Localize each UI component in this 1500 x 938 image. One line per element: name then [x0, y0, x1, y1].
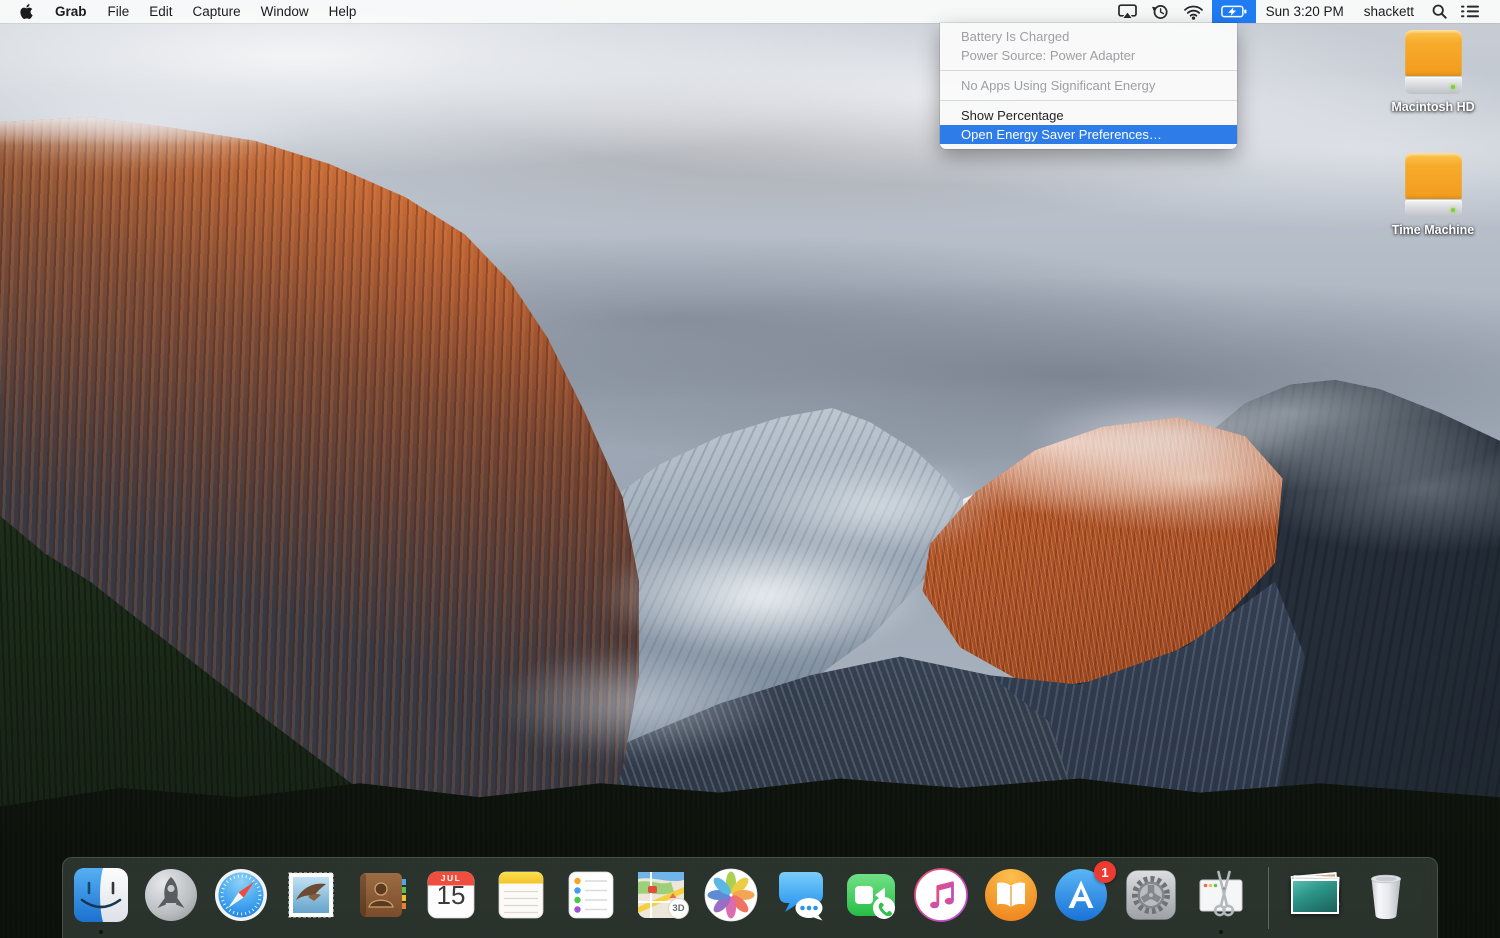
dock-item-reminders[interactable] — [563, 867, 619, 923]
menu-item-open-energy-saver-preferences[interactable]: Open Energy Saver Preferences… — [940, 125, 1237, 144]
list-icon — [1461, 5, 1479, 18]
app-menu-edit[interactable]: Edit — [139, 0, 182, 23]
apple-menu[interactable] — [0, 0, 44, 23]
airplay-menu-extra[interactable] — [1111, 0, 1144, 23]
safari-icon — [215, 869, 267, 921]
ibooks-icon — [985, 869, 1037, 921]
trash-icon — [1371, 874, 1401, 919]
reminders-icon — [568, 871, 614, 919]
maps-3d-badge: 3D — [668, 898, 689, 919]
wallpaper-mist — [495, 647, 780, 760]
airplay-icon — [1117, 4, 1137, 19]
menu-bar-status-area: Sun 3:20 PM shackett — [1111, 0, 1500, 23]
dock-item-mail[interactable] — [283, 867, 339, 923]
wifi-menu-extra[interactable] — [1176, 0, 1211, 23]
dock-item-trash[interactable] — [1358, 867, 1414, 923]
menu-bar: Grab File Edit Capture Window Help Sun 3… — [0, 0, 1500, 23]
finder-icon — [74, 868, 128, 922]
battery-charging-icon — [1220, 5, 1247, 18]
dock-item-grab[interactable] — [1193, 867, 1249, 934]
notes-icon — [498, 871, 544, 919]
app-menu-capture[interactable]: Capture — [183, 0, 251, 23]
mail-icon — [288, 872, 334, 918]
wallpaper-mist — [750, 459, 1005, 554]
dock-item-notes[interactable] — [493, 867, 549, 923]
app-menu-grab[interactable]: Grab — [44, 0, 98, 23]
desktop-icon-macintosh-hd[interactable]: Macintosh HD — [1374, 30, 1492, 114]
menu-separator — [940, 70, 1237, 71]
el-capitan-wallpaper — [0, 0, 1500, 938]
dock-item-itunes[interactable] — [913, 867, 969, 923]
menu-item-power-source: Power Source: Power Adapter — [961, 48, 1136, 63]
battery-menu-extra-selected[interactable] — [1211, 0, 1256, 23]
time-machine-icon — [1151, 5, 1168, 19]
dock-item-calendar[interactable]: JUL 15 — [423, 867, 479, 923]
running-indicator — [99, 930, 103, 934]
menu-bar-clock[interactable]: Sun 3:20 PM — [1257, 4, 1353, 19]
fast-user-switching-menu[interactable]: shackett — [1353, 4, 1425, 19]
desktop-icon-label: Macintosh HD — [1391, 100, 1475, 114]
menu-item-show-percentage[interactable]: Show Percentage — [940, 106, 1237, 125]
menu-item-apps-energy: No Apps Using Significant Energy — [961, 78, 1156, 93]
dock-item-desktop-pictures-stack[interactable] — [1288, 867, 1344, 923]
time-machine-menu-extra[interactable] — [1144, 0, 1176, 23]
dock: JUL 15 3D 1 — [62, 857, 1438, 938]
wallpaper-mist — [1020, 393, 1320, 479]
dock-item-messages[interactable] — [773, 867, 829, 923]
app-store-badge: 1 — [1094, 861, 1116, 883]
desktop-icon-time-machine[interactable]: Time Machine — [1374, 153, 1492, 237]
external-drive-icon — [1404, 30, 1462, 94]
messages-icon — [779, 872, 823, 921]
drive-led — [1450, 85, 1455, 89]
app-menu-help[interactable]: Help — [319, 0, 367, 23]
menu-item-battery-status: Battery Is Charged — [961, 29, 1070, 44]
grab-icon — [1199, 870, 1243, 917]
desktop-icon-label: Time Machine — [1391, 223, 1475, 237]
contacts-icon — [360, 873, 406, 917]
pictures-stack-icon — [1288, 867, 1344, 923]
running-indicator — [1219, 930, 1223, 934]
dock-item-photos[interactable] — [703, 867, 759, 923]
launchpad-icon — [145, 869, 197, 921]
app-menu-file[interactable]: File — [98, 0, 140, 23]
dock-item-safari[interactable] — [213, 867, 269, 923]
battery-dropdown-menu: Battery Is Charged Power Source: Power A… — [940, 23, 1237, 149]
dock-item-finder[interactable] — [73, 867, 129, 934]
dock-separator — [1268, 867, 1269, 929]
dock-item-system-preferences[interactable] — [1123, 867, 1179, 923]
wifi-icon — [1183, 5, 1203, 20]
system-preferences-icon — [1126, 870, 1176, 920]
facetime-icon — [847, 874, 895, 919]
drive-led — [1450, 208, 1455, 212]
dock-item-facetime[interactable] — [843, 867, 899, 923]
itunes-icon — [914, 868, 968, 922]
dock-item-ibooks[interactable] — [983, 867, 1039, 923]
notification-center-menu-extra[interactable] — [1454, 0, 1486, 23]
apple-logo-icon — [20, 4, 33, 19]
external-drive-icon — [1404, 153, 1462, 217]
menu-separator — [940, 100, 1237, 101]
dock-item-maps[interactable]: 3D — [633, 867, 689, 923]
photos-icon — [704, 868, 758, 922]
search-icon — [1432, 4, 1447, 19]
calendar-day-label: 15 — [436, 880, 466, 910]
app-menu-window[interactable]: Window — [251, 0, 319, 23]
dock-item-launchpad[interactable] — [143, 867, 199, 923]
dock-item-contacts[interactable] — [353, 867, 409, 923]
dock-item-app-store[interactable]: 1 — [1053, 861, 1116, 923]
spotlight-menu-extra[interactable] — [1425, 0, 1454, 23]
